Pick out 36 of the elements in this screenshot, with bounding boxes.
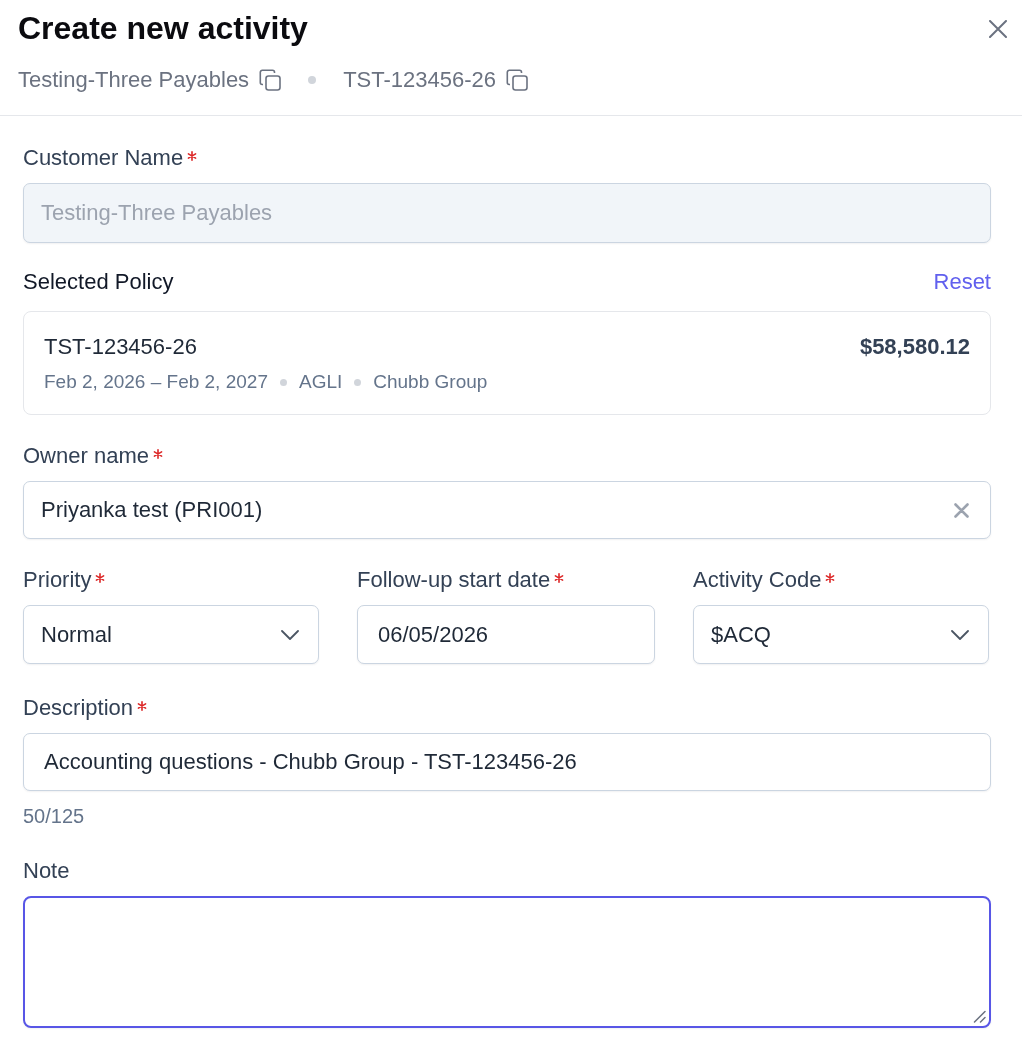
customer-name-field: Testing-Three Payables xyxy=(23,183,991,243)
policy-detail: AGLI xyxy=(298,371,343,393)
separator-dot-icon xyxy=(354,378,362,386)
resize-handle-icon[interactable] xyxy=(973,1010,986,1023)
close-icon xyxy=(989,20,1007,38)
field-label: Owner name xyxy=(23,443,149,469)
field-label: Activity Code xyxy=(693,567,822,593)
section-label: Selected Policy xyxy=(23,269,174,295)
subtitle-text: Testing-Three Payables xyxy=(18,67,250,93)
policy-detail: Feb 2, 2026 – Feb 2, 2027 xyxy=(44,371,268,393)
field-label: Customer Name xyxy=(23,145,184,171)
separator-dot-icon xyxy=(279,378,287,386)
dropdown-field[interactable]: Normal xyxy=(23,605,319,664)
field-label: Follow-up start date xyxy=(357,567,551,593)
copy-icon[interactable] xyxy=(506,69,528,91)
reset-link[interactable]: Reset xyxy=(933,269,991,295)
chevron-down-icon xyxy=(951,629,969,640)
copy-icon[interactable] xyxy=(259,69,282,91)
policy-detail: Chubb Group xyxy=(373,371,488,393)
policy-number: TST-123456-26 xyxy=(44,334,197,360)
field-label: Description xyxy=(23,695,134,721)
separator-dot-icon xyxy=(308,76,317,84)
policy-amount: $58,580.12 xyxy=(859,334,970,360)
field-label: Priority xyxy=(23,567,92,593)
owner-name-field[interactable]: Priyanka test (PRI001) xyxy=(23,481,991,539)
note-field[interactable] xyxy=(23,896,991,1028)
field-label: Note xyxy=(23,858,70,884)
clear-icon[interactable] xyxy=(954,502,969,518)
date-field[interactable]: 06/05/2026 xyxy=(357,605,655,664)
close-button[interactable] xyxy=(989,20,1007,38)
dropdown-field[interactable]: $ACQ xyxy=(693,605,989,664)
subtitle-text: TST-123456-26 xyxy=(343,67,496,93)
character-counter: 50/125 xyxy=(23,805,85,827)
description-field[interactable]: Accounting questions - Chubb Group - TST-123456-26 xyxy=(23,733,991,791)
chevron-down-icon xyxy=(281,629,299,640)
dialog-title: Create new activity xyxy=(18,9,308,47)
